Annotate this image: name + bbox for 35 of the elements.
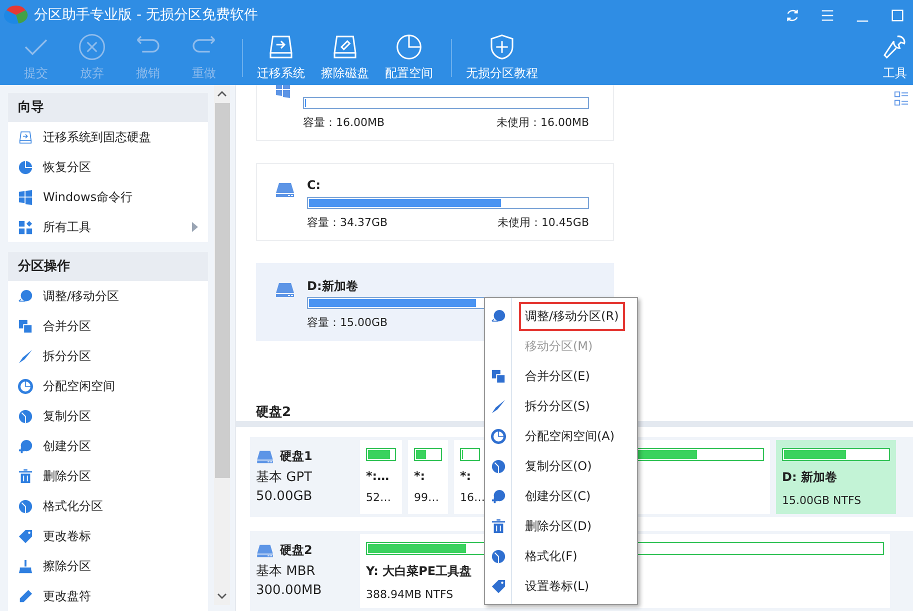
disk-name: 硬盘2 <box>280 542 312 559</box>
partition-name: *:… <box>366 469 390 483</box>
capacity-text: 容量：16.00MB <box>303 115 385 130</box>
partition-name: D: 新加卷 <box>782 469 838 486</box>
partition-name: *: <box>414 469 426 483</box>
partition-info: 52… <box>366 491 392 504</box>
unused-text: 未使用：10.45GB <box>497 215 589 230</box>
window-title: 分区助手专业版 - 无损分区免费软件 <box>34 6 258 24</box>
menu-item-label: 合并分区(E) <box>524 368 591 384</box>
partition-name: *: <box>460 469 472 483</box>
partition-name: D:新加卷 <box>307 278 359 294</box>
partition-info: 388.94MB NTFS <box>366 588 454 601</box>
partition-name: C: <box>307 178 322 194</box>
partition-info: 15.00GB NTFS <box>782 494 862 507</box>
capacity-text: 容量：34.37GB <box>307 215 388 230</box>
disk-size: 300.00MB <box>256 583 323 598</box>
menu-item-label: 分配空闲空间(A) <box>524 428 616 444</box>
sidebar-section-header: 分区操作 <box>8 252 208 281</box>
menu-item-label: 创建分区(C) <box>524 488 592 504</box>
disk-type: 基本 MBR <box>256 563 316 580</box>
partition-name: Y: 大白菜PE工具盘 <box>366 563 473 580</box>
menu-item-label: 格式化(F) <box>524 548 578 564</box>
disk-heading: 硬盘2 <box>256 404 292 421</box>
menu-item-label: 拆分分区(S) <box>524 398 591 414</box>
menu-item-label: 复制分区(O) <box>524 458 593 474</box>
disk-size: 50.00GB <box>256 489 314 504</box>
menu-item-label: 调整/移动分区(R) <box>519 302 625 330</box>
disk-type: 基本 GPT <box>256 469 313 486</box>
partition-info: 99… <box>414 491 440 504</box>
disk-name: 硬盘1 <box>280 448 312 465</box>
menu-item-label: 设置卷标(L) <box>524 578 590 594</box>
unused-text: 未使用：16.00MB <box>496 115 589 130</box>
menu-item-label: 删除分区(D) <box>524 518 593 534</box>
sidebar-section-header: 向导 <box>8 93 208 122</box>
capacity-text: 容量：15.00GB <box>307 315 388 330</box>
